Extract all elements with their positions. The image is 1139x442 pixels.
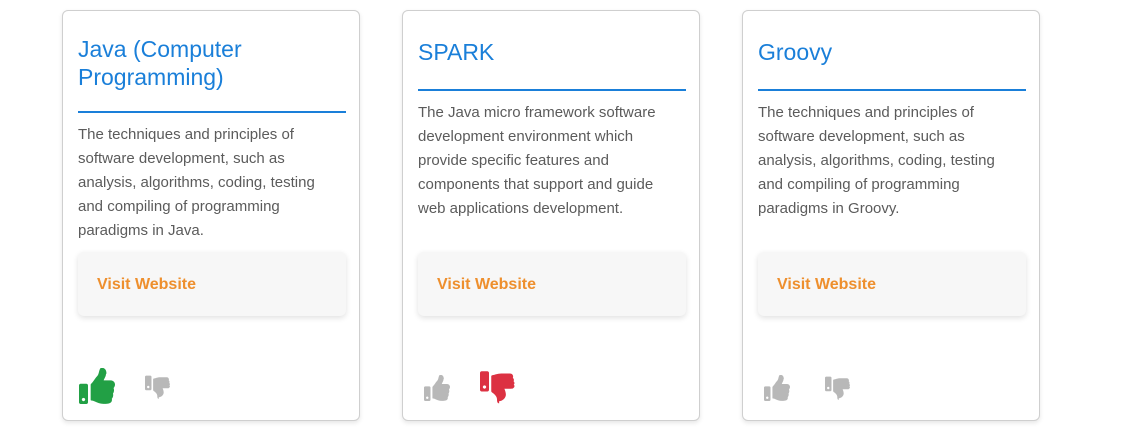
card-description: The Java micro framework software develo…: [418, 104, 656, 217]
title-divider: [418, 89, 686, 91]
technology-card: Java (Computer Programming) The techniqu…: [62, 10, 360, 421]
thumbs-down-icon: [480, 371, 515, 404]
like-button[interactable]: [764, 375, 790, 401]
title-divider: [78, 111, 346, 113]
thumbs-down-icon: [145, 375, 170, 399]
thumbs-down-icon: [825, 376, 850, 400]
visit-website-link[interactable]: Visit Website: [437, 275, 536, 295]
technology-cards: Java (Computer Programming) The techniqu…: [0, 0, 1139, 442]
dislike-button[interactable]: [480, 369, 516, 405]
card-title[interactable]: Java (Computer Programming): [78, 35, 346, 91]
technology-card: SPARK The Java micro framework software …: [402, 10, 700, 421]
thumbs-up-icon: [79, 368, 115, 404]
like-button[interactable]: [424, 375, 450, 401]
thumbs-up-icon: [764, 375, 790, 401]
visit-website-link[interactable]: Visit Website: [97, 275, 196, 295]
dislike-button[interactable]: [145, 374, 171, 400]
dislike-button[interactable]: [825, 375, 851, 401]
thumbs-up-icon: [424, 375, 450, 401]
visit-website-panel: Visit Website: [418, 252, 686, 316]
visit-website-panel: Visit Website: [78, 252, 346, 316]
visit-website-link[interactable]: Visit Website: [777, 275, 876, 295]
title-divider: [758, 89, 1026, 91]
card-description: The techniques and principles of softwar…: [758, 104, 995, 217]
visit-website-panel: Visit Website: [758, 252, 1026, 316]
card-title[interactable]: SPARK: [418, 38, 686, 66]
card-title[interactable]: Groovy: [758, 38, 1026, 66]
like-button[interactable]: [79, 368, 115, 404]
technology-card: Groovy The techniques and principles of …: [742, 10, 1040, 421]
card-description: The techniques and principles of softwar…: [78, 126, 315, 239]
